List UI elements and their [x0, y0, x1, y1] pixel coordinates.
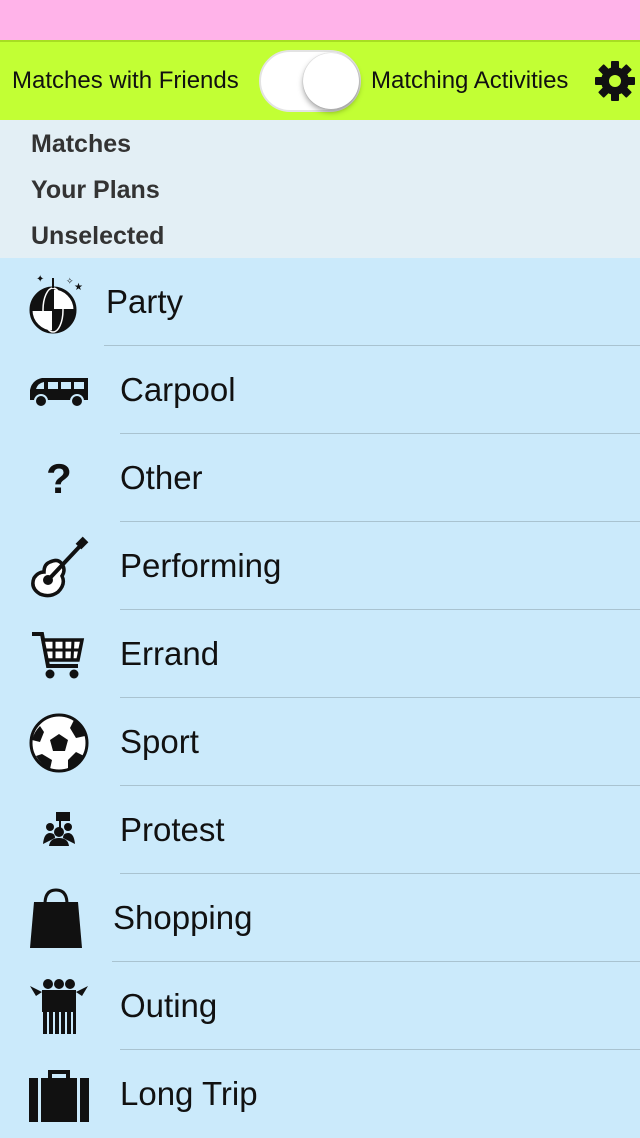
svg-text:★: ★	[74, 282, 83, 293]
status-bar	[0, 0, 640, 40]
activity-label: Other	[120, 459, 203, 496]
activity-label: Sport	[120, 723, 199, 760]
activity-label: Outing	[120, 987, 218, 1024]
section-unselected[interactable]: Unselected	[31, 222, 164, 251]
list-item-long-trip[interactable]: Long Trip	[0, 1050, 640, 1138]
list-item-sport[interactable]: Sport	[0, 698, 640, 786]
group-people-icon	[28, 976, 90, 1038]
svg-text:✦: ✦	[36, 274, 44, 285]
list-item-outing[interactable]: Outing	[0, 962, 640, 1050]
question-mark-icon: ?	[28, 448, 90, 510]
activity-label: Shopping	[113, 899, 253, 936]
toolbar: Matches with Friends Matching Activities	[0, 40, 640, 120]
gear-icon[interactable]	[594, 60, 636, 102]
activity-label: Performing	[120, 547, 282, 584]
shopping-bag-icon	[28, 888, 90, 950]
list-item-shopping[interactable]: Shopping	[0, 874, 640, 962]
list-item-errand[interactable]: Errand	[0, 610, 640, 698]
soccer-ball-icon	[28, 712, 90, 774]
section-matches[interactable]: Matches	[31, 130, 131, 159]
suitcase-icon	[28, 1064, 90, 1126]
activity-label: Protest	[120, 811, 225, 848]
activity-label: Errand	[120, 635, 220, 672]
svg-text:?: ?	[46, 455, 72, 502]
shopping-cart-icon	[28, 624, 90, 686]
activity-label: Carpool	[120, 371, 236, 408]
activity-label: Party	[106, 283, 184, 320]
activity-list: ✦ ✧ ★ Party Carpool ? Other Performing E…	[0, 258, 640, 1138]
activity-label: Long Trip	[120, 1075, 258, 1112]
disco-ball-icon: ✦ ✧ ★	[28, 272, 90, 334]
matching-activities-label: Matching Activities	[371, 67, 569, 94]
guitar-icon	[28, 536, 90, 598]
list-item-protest[interactable]: Protest	[0, 786, 640, 874]
section-menu: Matches Your Plans Unselected	[0, 120, 640, 258]
matches-with-friends-label: Matches with Friends	[12, 67, 239, 94]
section-your-plans[interactable]: Your Plans	[31, 176, 160, 205]
mode-toggle-switch[interactable]	[259, 50, 361, 112]
list-item-carpool[interactable]: Carpool	[0, 346, 640, 434]
protest-group-icon	[28, 800, 90, 862]
svg-text:✧: ✧	[66, 276, 74, 286]
list-item-party[interactable]: ✦ ✧ ★ Party	[0, 258, 640, 346]
list-item-other[interactable]: ? Other	[0, 434, 640, 522]
toggle-knob[interactable]	[303, 53, 359, 109]
van-icon	[28, 360, 90, 422]
list-item-performing[interactable]: Performing	[0, 522, 640, 610]
